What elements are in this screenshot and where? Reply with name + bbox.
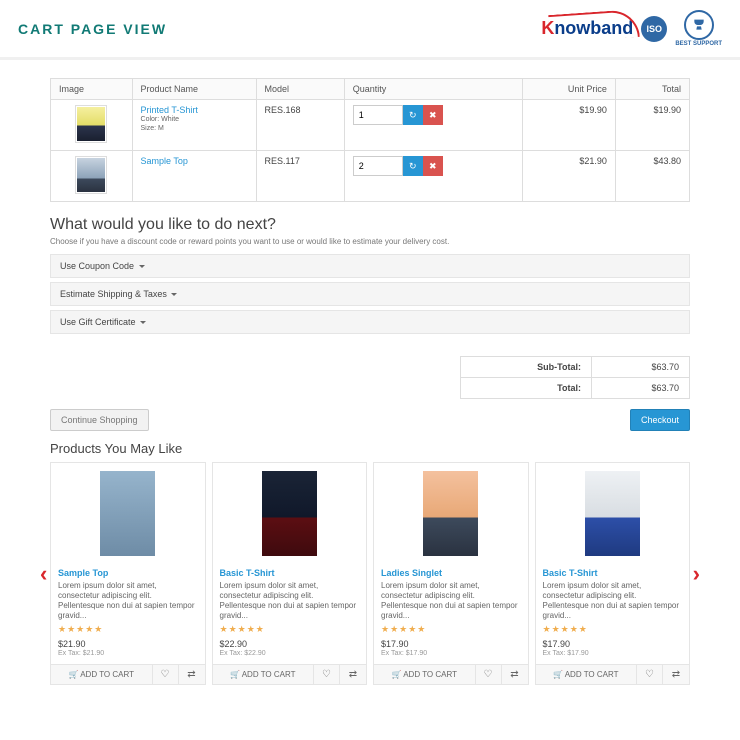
quantity-input[interactable]	[353, 105, 403, 125]
page-title: CART PAGE VIEW	[18, 21, 167, 37]
add-to-cart-button[interactable]: 🛒 ADD TO CART	[374, 665, 476, 684]
card-desc: Lorem ipsum dolor sit amet, consectetur …	[220, 581, 360, 621]
add-to-cart-button[interactable]: 🛒 ADD TO CART	[51, 665, 153, 684]
product-option: Size: M	[141, 124, 248, 133]
header-bar: CART PAGE VIEW Knowband ISO BEST SUPPORT	[0, 0, 740, 60]
next-heading: What would you like to do next?	[50, 216, 690, 234]
product-link[interactable]: Sample Top	[141, 156, 248, 166]
refresh-icon[interactable]: ↻	[403, 105, 423, 125]
product-thumb[interactable]	[75, 105, 107, 143]
model-cell: RES.168	[256, 100, 344, 151]
model-cell: RES.117	[256, 151, 344, 202]
cart-icon: 🛒	[553, 670, 563, 679]
prev-arrow-icon[interactable]: ‹	[40, 561, 47, 587]
card-image[interactable]	[51, 463, 205, 563]
line-total: $43.80	[615, 151, 689, 202]
next-arrow-icon[interactable]: ›	[693, 561, 700, 587]
card-extax: Ex Tax: $21.90	[58, 650, 198, 659]
table-row: Sample Top RES.117 ↻✖ $21.90 $43.80	[51, 151, 690, 202]
product-slider: ‹ › Sample TopLorem ipsum dolor sit amet…	[50, 462, 690, 685]
card-extax: Ex Tax: $17.90	[543, 650, 683, 659]
unit-price: $21.90	[522, 151, 615, 202]
wishlist-icon[interactable]: ♡	[314, 665, 340, 684]
compare-icon[interactable]: ⇄	[502, 665, 528, 684]
card-price: $17.90	[543, 639, 683, 650]
knowband-logo: Knowband	[541, 18, 633, 39]
product-card: Basic T-Shirt Lorem ipsum dolor sit amet,…	[212, 462, 368, 685]
checkout-button[interactable]: Checkout	[630, 409, 690, 431]
product-option: Color: White	[141, 115, 248, 124]
totals-table: Sub-Total:$63.70 Total:$63.70	[460, 356, 690, 399]
card-title[interactable]: Basic T-Shirt	[220, 568, 360, 579]
card-extax: Ex Tax: $17.90	[381, 650, 521, 659]
remove-icon[interactable]: ✖	[423, 105, 443, 125]
card-title[interactable]: Basic T-Shirt	[543, 568, 683, 579]
product-link[interactable]: Printed T-Shirt	[141, 105, 248, 115]
compare-icon[interactable]: ⇄	[340, 665, 366, 684]
wishlist-icon[interactable]: ♡	[476, 665, 502, 684]
total-label: Total:	[461, 378, 592, 399]
col-total: Total	[615, 79, 689, 100]
wishlist-icon[interactable]: ♡	[153, 665, 179, 684]
subtotal-value: $63.70	[591, 357, 689, 378]
acc-coupon[interactable]: Use Coupon Code	[50, 254, 690, 278]
card-image[interactable]	[536, 463, 690, 563]
cart-icon: 🛒	[391, 670, 401, 679]
card-price: $17.90	[381, 639, 521, 650]
card-image[interactable]	[213, 463, 367, 563]
card-title[interactable]: Ladies Singlet	[381, 568, 521, 579]
col-model: Model	[256, 79, 344, 100]
continue-shopping-button[interactable]: Continue Shopping	[50, 409, 149, 431]
acc-shipping[interactable]: Estimate Shipping & Taxes	[50, 282, 690, 306]
total-value: $63.70	[591, 378, 689, 399]
col-image: Image	[51, 79, 133, 100]
compare-icon[interactable]: ⇄	[663, 665, 689, 684]
add-to-cart-button[interactable]: 🛒 ADD TO CART	[536, 665, 638, 684]
star-rating: ★★★★★	[220, 624, 360, 635]
cart-icon: 🛒	[68, 670, 78, 679]
cart-icon: 🛒	[230, 670, 240, 679]
remove-icon[interactable]: ✖	[423, 156, 443, 176]
unit-price: $19.90	[522, 100, 615, 151]
chevron-down-icon	[140, 321, 146, 327]
quantity-input[interactable]	[353, 156, 403, 176]
cart-table: Image Product Name Model Quantity Unit P…	[50, 78, 690, 202]
product-card: Basic T-Shirt Lorem ipsum dolor sit amet,…	[535, 462, 691, 685]
card-price: $21.90	[58, 639, 198, 650]
card-extax: Ex Tax: $22.90	[220, 650, 360, 659]
col-name: Product Name	[132, 79, 256, 100]
card-desc: Lorem ipsum dolor sit amet, consectetur …	[543, 581, 683, 621]
best-support-label: BEST SUPPORT	[675, 41, 722, 47]
col-qty: Quantity	[344, 79, 522, 100]
acc-gift[interactable]: Use Gift Certificate	[50, 310, 690, 334]
product-thumb[interactable]	[75, 156, 107, 194]
next-help: Choose if you have a discount code or re…	[50, 237, 690, 246]
product-card: Sample Top Lorem ipsum dolor sit amet, co…	[50, 462, 206, 685]
trophy-icon	[684, 10, 714, 40]
chevron-down-icon	[171, 293, 177, 299]
card-image[interactable]	[374, 463, 528, 563]
card-desc: Lorem ipsum dolor sit amet, consectetur …	[58, 581, 198, 621]
card-title[interactable]: Sample Top	[58, 568, 198, 579]
add-to-cart-button[interactable]: 🛒 ADD TO CART	[213, 665, 315, 684]
star-rating: ★★★★★	[543, 624, 683, 635]
card-desc: Lorem ipsum dolor sit amet, consectetur …	[381, 581, 521, 621]
table-row: Printed T-ShirtColor: WhiteSize: M RES.1…	[51, 100, 690, 151]
recommend-title: Products You May Like	[50, 441, 690, 456]
header-logos: Knowband ISO BEST SUPPORT	[541, 10, 722, 47]
line-total: $19.90	[615, 100, 689, 151]
subtotal-label: Sub-Total:	[461, 357, 592, 378]
product-card: Ladies Singlet Lorem ipsum dolor sit amet…	[373, 462, 529, 685]
iso-badge: ISO	[641, 16, 667, 42]
star-rating: ★★★★★	[381, 624, 521, 635]
refresh-icon[interactable]: ↻	[403, 156, 423, 176]
col-unit: Unit Price	[522, 79, 615, 100]
card-price: $22.90	[220, 639, 360, 650]
wishlist-icon[interactable]: ♡	[637, 665, 663, 684]
compare-icon[interactable]: ⇄	[179, 665, 205, 684]
star-rating: ★★★★★	[58, 624, 198, 635]
chevron-down-icon	[139, 265, 145, 271]
